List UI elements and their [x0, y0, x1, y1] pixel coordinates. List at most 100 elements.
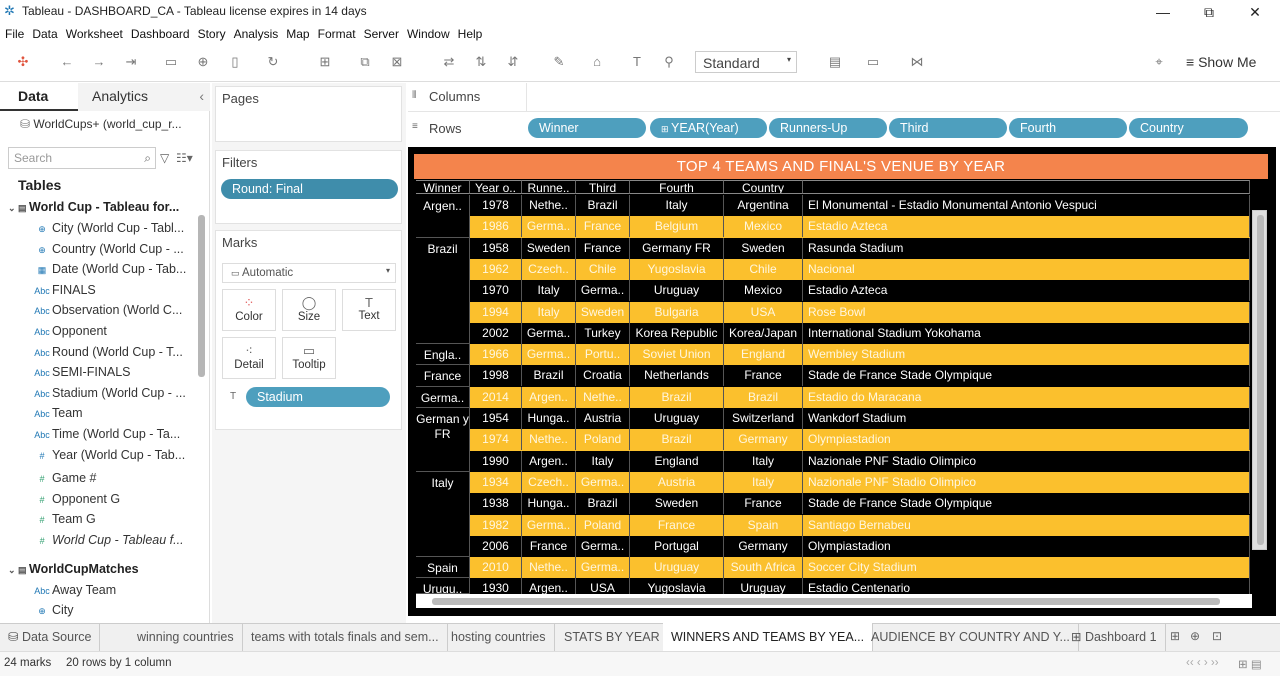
filter-pill-round[interactable]: Round: Final [221, 179, 398, 199]
fourth-cell[interactable]: Italy [630, 195, 724, 216]
collapse-pane-icon[interactable]: ‹ [199, 88, 204, 104]
stadium-cell[interactable]: Nazionale PNF Stadio Olimpico [803, 450, 1250, 472]
runners-up-cell[interactable]: Czech.. [522, 258, 576, 280]
fourth-cell[interactable]: Yugoslavia [630, 578, 724, 594]
stadium-cell[interactable]: Nacional [803, 258, 1250, 280]
third-cell[interactable]: Poland [576, 429, 630, 451]
labels-icon[interactable]: T [628, 53, 646, 71]
share-icon[interactable]: ⋈ [908, 53, 926, 71]
runners-up-cell[interactable]: Sweden [522, 237, 576, 259]
third-cell[interactable]: Nethe.. [576, 386, 630, 408]
marks-text-button[interactable]: T Text [342, 289, 396, 331]
new-datasource-icon[interactable]: ⊕ [194, 53, 212, 71]
marks-detail-button[interactable]: ⁖ Detail [222, 337, 276, 379]
table-row[interactable]: 2002 Germa.. Turkey Korea Republic Korea/Jap… [470, 322, 1250, 345]
country-cell[interactable]: Italy [724, 471, 803, 493]
header-runners-up[interactable]: Runne.. [522, 180, 576, 194]
runners-up-cell[interactable]: Germa.. [522, 514, 576, 536]
year-cell[interactable]: 1970 [470, 280, 522, 302]
stadium-cell[interactable]: Rose Bowl [803, 301, 1250, 323]
measure-item[interactable]: # Game # [32, 471, 228, 491]
menu-file[interactable]: File [0, 24, 27, 41]
duplicate-icon[interactable]: ⧉ [356, 53, 374, 71]
third-cell[interactable]: Germa.. [576, 471, 630, 493]
measure-item[interactable]: # Team G [32, 512, 228, 532]
winner-cell[interactable]: Urugu.. [416, 578, 470, 594]
marks-size-button[interactable]: ◯ Size [282, 289, 336, 331]
minimize-button[interactable]: — [1140, 0, 1186, 24]
year-cell[interactable]: 1994 [470, 301, 522, 323]
sort-asc-icon[interactable]: ⇅ [472, 53, 490, 71]
country-cell[interactable]: South Africa [724, 557, 803, 579]
year-cell[interactable]: 1934 [470, 471, 522, 493]
rows-pill-country[interactable]: Country [1129, 118, 1248, 138]
country-cell[interactable]: France [724, 493, 803, 515]
fourth-cell[interactable]: Belgium [630, 216, 724, 238]
table-row[interactable]: 2006 France Germa.. Portugal Germany Olympias… [470, 535, 1250, 558]
menu-help[interactable]: Help [453, 24, 486, 41]
third-cell[interactable]: Poland [576, 514, 630, 536]
format-painter-icon[interactable]: ⌖ [1150, 53, 1168, 71]
header-third[interactable]: Third [576, 180, 630, 194]
fourth-cell[interactable]: Yugoslavia [630, 258, 724, 280]
field-city[interactable]: ⊕ City [32, 603, 228, 623]
runners-up-cell[interactable]: Italy [522, 301, 576, 323]
third-cell[interactable]: Germa.. [576, 535, 630, 557]
stadium-cell[interactable]: Estadio Centenario [803, 578, 1250, 594]
close-button[interactable]: ✕ [1232, 0, 1278, 24]
winner-cell[interactable]: France [416, 365, 470, 387]
menu-window[interactable]: Window [402, 24, 453, 41]
year-cell[interactable]: 1986 [470, 216, 522, 238]
year-cell[interactable]: 2014 [470, 386, 522, 408]
fit-dropdown[interactable]: Standard ▾ [695, 51, 797, 73]
menu-dashboard[interactable]: Dashboard [126, 24, 193, 41]
winner-cell[interactable]: Italy [416, 471, 470, 558]
redo-icon[interactable]: → [90, 53, 108, 71]
tableau-home-icon[interactable]: ✣ [14, 53, 32, 71]
fourth-cell[interactable]: Brazil [630, 386, 724, 408]
fourth-cell[interactable]: Bulgaria [630, 301, 724, 323]
measure-item[interactable]: # Opponent G [32, 492, 228, 512]
tab-winning-countries[interactable]: winning countries [129, 623, 243, 651]
field-item[interactable]: Abc Team [32, 406, 228, 426]
runners-up-cell[interactable]: Hunga.. [522, 408, 576, 429]
stadium-cell[interactable]: Estadio Azteca [803, 280, 1250, 302]
table-row[interactable]: 2014 Argen.. Nethe.. Brazil Brazil Estadio do… [470, 386, 1250, 408]
table-row[interactable]: 1966 Germa.. Portu.. Soviet Union England Wem… [470, 344, 1250, 366]
rows-pill-third[interactable]: Third [889, 118, 1007, 138]
stadium-cell[interactable]: Estadio do Maracana [803, 386, 1250, 408]
rows-pill-year[interactable]: ⊞ YEAR(Year) [650, 118, 767, 138]
runners-up-cell[interactable]: Germa.. [522, 216, 576, 238]
table-row[interactable]: 1998 Brazil Croatia Netherlands France Stade … [470, 365, 1250, 387]
stadium-cell[interactable]: Soccer City Stadium [803, 557, 1250, 579]
runners-up-cell[interactable]: France [522, 535, 576, 557]
fourth-cell[interactable]: France [630, 514, 724, 536]
view-options-icon[interactable]: ☷▾ [176, 151, 193, 165]
year-cell[interactable]: 1978 [470, 195, 522, 216]
year-cell[interactable]: 1954 [470, 408, 522, 429]
fourth-cell[interactable]: Uruguay [630, 557, 724, 579]
third-cell[interactable]: Germa.. [576, 280, 630, 302]
year-cell[interactable]: 1930 [470, 578, 522, 594]
year-cell[interactable]: 2010 [470, 557, 522, 579]
datasource-item[interactable]: ⛁ WorldCups+ (world_cup_r... [20, 117, 182, 131]
field-item[interactable]: # Year (World Cup - Tab... [32, 448, 228, 468]
stadium-cell[interactable]: Rasunda Stadium [803, 237, 1250, 259]
header-country[interactable]: Country [724, 180, 803, 194]
winner-cell[interactable]: German y FR [416, 408, 470, 472]
table-row[interactable]: 1994 Italy Sweden Bulgaria USA Rose Bowl [470, 301, 1250, 323]
header-year[interactable]: Year o.. [470, 180, 522, 194]
table-row[interactable]: 2010 Nethe.. Germa.. Uruguay South Africa Soc… [470, 557, 1250, 579]
stadium-cell[interactable]: Nazionale PNF Stadio Olimpico [803, 471, 1250, 493]
refresh-icon[interactable]: ↻ [264, 53, 282, 71]
stadium-cell[interactable]: Estadio Azteca [803, 216, 1250, 238]
country-cell[interactable]: Germany [724, 535, 803, 557]
year-cell[interactable]: 2002 [470, 322, 522, 344]
show-me-button[interactable]: ≡ Show Me [1186, 54, 1256, 70]
fourth-cell[interactable]: Austria [630, 471, 724, 493]
filters-card[interactable]: Filters Round: Final [215, 150, 402, 224]
tab-data-source[interactable]: ⛁ Data Source [0, 623, 101, 651]
fourth-cell[interactable]: Portugal [630, 535, 724, 557]
country-cell[interactable]: Germany [724, 429, 803, 451]
country-cell[interactable]: USA [724, 301, 803, 323]
